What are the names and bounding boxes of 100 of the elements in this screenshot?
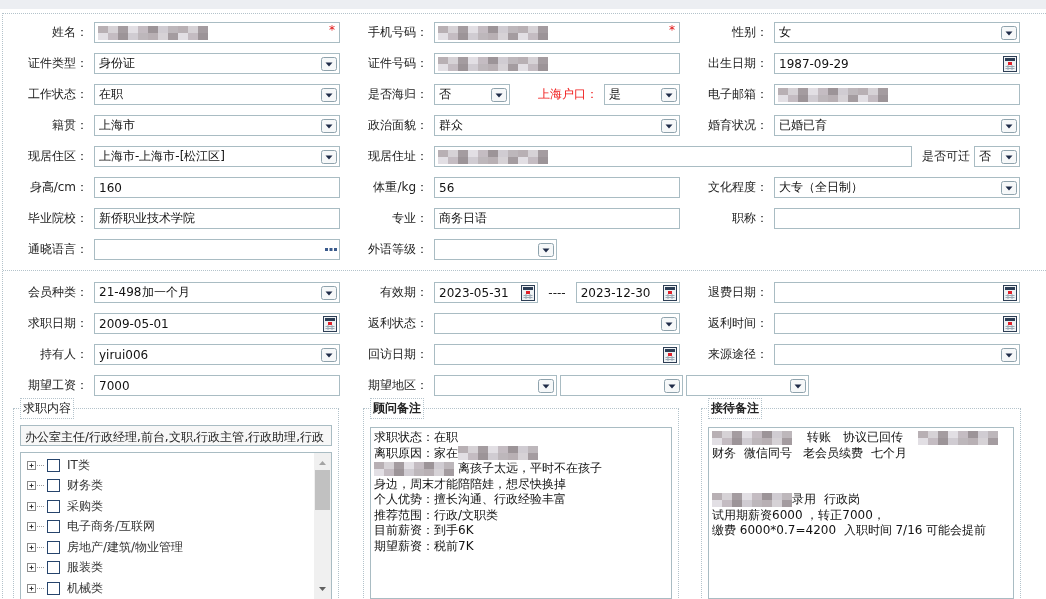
field-label: 体重/kg： (372, 179, 429, 196)
text-field[interactable]: 商务日语 (434, 208, 680, 229)
calendar-icon[interactable] (1003, 315, 1017, 332)
field-label: 返利状态： (367, 315, 429, 332)
field-label: 身高/cm： (28, 179, 89, 196)
dropdown-field[interactable]: 身份证 (94, 53, 340, 74)
checkbox[interactable] (47, 561, 60, 575)
date-field[interactable]: 2023-12-30 (575, 282, 680, 303)
panel-title: 顾问备注 (370, 398, 424, 419)
checkbox[interactable] (47, 499, 60, 513)
tree-item[interactable]: 机械类 (67, 579, 103, 597)
scrollbar[interactable] (314, 453, 331, 599)
field-label: 上海户口： (537, 86, 599, 103)
field-label: 有效期： (379, 284, 429, 301)
date-field[interactable]: 2009-05-01 (94, 313, 340, 334)
range-separator: ---- (547, 285, 567, 300)
text-field[interactable]: 56 (434, 177, 680, 198)
dropdown-field[interactable]: 是 (604, 84, 680, 105)
dropdown-field[interactable]: 上海市 (94, 115, 340, 136)
text-field[interactable] (774, 84, 1020, 105)
dropdown-field[interactable]: 大专（全日制） (774, 177, 1020, 198)
text-field[interactable]: * (94, 22, 340, 43)
checkbox[interactable] (47, 520, 60, 534)
field-label: 来源途径： (707, 346, 769, 363)
tree-item[interactable]: 电子商务/互联网 (67, 518, 156, 536)
dropdown-field[interactable]: 群众 (434, 115, 680, 136)
text-field[interactable] (774, 208, 1020, 229)
dropdown-field[interactable] (434, 239, 557, 260)
field-label: 持有人： (39, 346, 89, 363)
selection-field[interactable]: 办公室主任/行政经理,前台,文职,行政主管,行政助理,行政 (20, 425, 332, 446)
field-label: 期望地区： (367, 377, 429, 394)
checkbox[interactable] (47, 581, 60, 595)
text-field[interactable]: 新侨职业技术学院 (94, 208, 340, 229)
dropdown-field[interactable] (434, 313, 680, 334)
text-field[interactable]: 7000 (94, 375, 340, 396)
notes-field[interactable]: 求职状态：在职 离职原因：家在 离孩子太远，平时不在孩子 身边，周末才能陪陪娃，想尽快换掉 个人优势：擅长沟通、行政经验丰富 推荐范围：行政/文职类 目前薪资：到手6K 期望薪资：税前7K (370, 427, 672, 599)
tree-item[interactable]: 房地产/建筑/物业管理 (67, 538, 184, 556)
field-label: 专业： (391, 210, 429, 227)
expand-icon[interactable] (27, 522, 44, 532)
text-field[interactable] (434, 146, 912, 167)
field-label: 会员种类： (27, 284, 89, 301)
dropdown-field[interactable]: 否 (434, 84, 510, 105)
expand-icon[interactable] (27, 481, 44, 491)
field-label: 现居住址： (367, 148, 429, 165)
dropdown-field[interactable]: 已婚已育 (774, 115, 1020, 136)
field-label: 回访日期： (367, 346, 429, 363)
expand-icon[interactable] (27, 542, 44, 552)
expand-icon[interactable] (27, 583, 44, 593)
expand-icon[interactable] (27, 501, 44, 511)
text-field[interactable] (434, 53, 680, 74)
tree-item[interactable]: 服装类 (67, 559, 103, 577)
date-field[interactable] (434, 344, 680, 365)
date-field[interactable]: 1987-09-29 (774, 53, 1020, 74)
date-field[interactable] (774, 282, 1020, 303)
notes-field[interactable]: 转账 协议已回传 财务 微信同号 老会员续费 七个月 录用 行政岗 试用期薪资6000 ，转正7000， 缴费 6000*0.7=4200 入职时间 7/16 可能会提前 (708, 427, 1014, 599)
calendar-icon[interactable] (663, 346, 677, 363)
field-label: 外语等级： (367, 241, 429, 258)
checkbox[interactable] (47, 540, 60, 554)
checkbox[interactable] (47, 479, 60, 493)
expand-icon[interactable] (27, 460, 44, 470)
lookup-field[interactable] (94, 239, 340, 260)
tree-item[interactable]: IT类 (67, 456, 90, 474)
field-label: 籍贯： (51, 117, 89, 134)
field-label: 期望工资： (27, 377, 89, 394)
field-label: 婚育状况： (707, 117, 769, 134)
required-mark: * (329, 23, 335, 37)
field-label: 是否海归： (367, 86, 429, 103)
panel-title: 求职内容 (20, 398, 74, 419)
field-label: 姓名： (51, 24, 89, 41)
dropdown-field[interactable]: 女 (774, 22, 1020, 43)
field-label: 文化程度： (707, 179, 769, 196)
field-label: 返利时间： (707, 315, 769, 332)
dropdown-field[interactable]: 否 (974, 146, 1020, 167)
dropdown-field[interactable]: 21-498加一个月 (94, 282, 340, 303)
date-field[interactable]: 2023-05-31 (434, 282, 539, 303)
tree-item[interactable]: 财务类 (67, 477, 103, 495)
field-label: 政治面貌： (367, 117, 429, 134)
dropdown-field[interactable]: 在职 (94, 84, 340, 105)
dropdown-field[interactable] (560, 375, 683, 396)
calendar-icon[interactable] (521, 284, 536, 301)
dropdown-field[interactable] (434, 375, 557, 396)
dropdown-field[interactable]: yirui006 (94, 344, 340, 365)
dropdown-field[interactable] (774, 344, 1020, 365)
expand-icon[interactable] (27, 563, 44, 573)
field-label: 职称： (731, 210, 769, 227)
calendar-icon[interactable] (663, 284, 677, 301)
tree-item[interactable]: 采购类 (67, 497, 103, 515)
field-label: 工作状态： (27, 86, 89, 103)
more-icon[interactable] (325, 247, 337, 252)
calendar-icon[interactable] (1003, 55, 1017, 72)
calendar-icon[interactable] (323, 315, 337, 332)
field-label: 是否可迁 (921, 148, 971, 165)
field-label: 出生日期： (707, 55, 769, 72)
dropdown-field[interactable]: 上海市-上海市-[松江区] (94, 146, 340, 167)
calendar-icon[interactable] (1003, 284, 1017, 301)
text-field[interactable]: * (434, 22, 680, 43)
checkbox[interactable] (47, 458, 60, 472)
date-field[interactable] (774, 313, 1020, 334)
text-field[interactable]: 160 (94, 177, 340, 198)
dropdown-field[interactable] (686, 375, 809, 396)
